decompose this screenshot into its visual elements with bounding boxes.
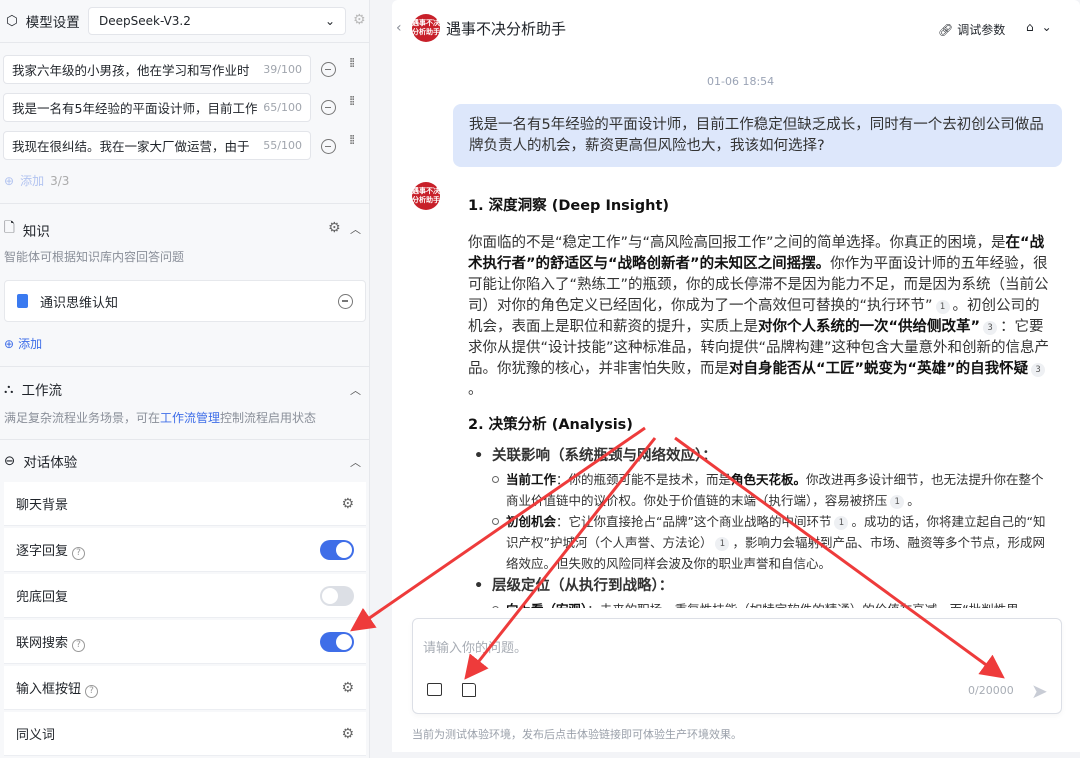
insight-paragraph: 你面临的不是“稳定工作”与“高风险高回报工作”之间的简单选择。你真正的困境，是在…: [468, 233, 1052, 401]
bold-text: 当前工作: [506, 472, 557, 487]
remove-icon[interactable]: [321, 62, 336, 77]
bold-text: 对你个人系统的一次“供给侧改革”: [758, 319, 981, 335]
chat-input-box[interactable]: 请输入你的问题。 0/20000 ➤: [412, 618, 1062, 714]
input-buttons-item[interactable]: 输入框按钮? ⚙: [4, 666, 366, 710]
web-search-item: 联网搜索?: [4, 620, 366, 664]
more-menu-button[interactable]: ⌂ ⌄: [1026, 20, 1052, 34]
char-count: 55/100: [263, 139, 302, 152]
gear-icon[interactable]: ⚙: [341, 496, 354, 512]
section-heading: 2. 决策分析 (Analysis): [468, 417, 633, 433]
citation-badge[interactable]: 1: [715, 537, 730, 551]
image-upload-icon[interactable]: [427, 683, 442, 696]
workflow-header[interactable]: ⛬ 工作流: [4, 379, 62, 399]
gear-icon[interactable]: ⚙: [353, 12, 366, 28]
citation-badge[interactable]: 1: [935, 300, 950, 314]
bot-message: 1. 深度洞察 (Deep Insight) 你面临的不是“稳定工作”与“高风险…: [468, 196, 1052, 622]
prompt-count: 3/3: [50, 173, 70, 188]
collapse-chevron-icon[interactable]: ‹: [396, 20, 402, 36]
workflow-icon: ⛬: [4, 381, 14, 397]
text-segment: 你面临的不是“稳定工作”与“高风险高回报工作”之间的简单选择。你真正的困境，是: [468, 235, 1006, 251]
input-char-count: 0/20000: [968, 684, 1014, 697]
sub-bullet: 初创机会：它让你直接抢占“品牌”这个商业战略的中间环节 1 。成功的话，你将建立起自…: [492, 511, 1052, 574]
doc-file-icon: [17, 294, 28, 308]
help-icon: ?: [72, 638, 86, 652]
remove-icon[interactable]: [338, 293, 353, 309]
gear-icon[interactable]: ⚙: [341, 680, 354, 696]
plus-circle-icon: ⊕: [4, 336, 15, 351]
synonyms-item[interactable]: 同义词 ⚙: [4, 712, 366, 756]
help-icon: ?: [85, 684, 99, 698]
message-timestamp: 01-06 18:54: [707, 75, 775, 88]
typewriter-toggle[interactable]: [320, 539, 354, 560]
chat-background-item[interactable]: 聊天背景 ⚙: [4, 482, 366, 526]
gear-icon[interactable]: ⚙: [328, 220, 341, 236]
sub-bullet: 当前工作：你的瓶颈可能不是技术，而是角色天花板。你改进再多设计细节，也无法提升你…: [492, 469, 1052, 511]
workflow-manage-link[interactable]: 工作流管理: [160, 409, 220, 426]
knowledge-header[interactable]: 🗋 知识: [4, 218, 50, 241]
chevron-up-icon[interactable]: ︿: [350, 221, 361, 237]
prompt-input[interactable]: 我家六年级的小男孩，他在学习和写作业时 39/100: [3, 55, 311, 84]
model-settings-label: 模型设置: [25, 15, 80, 31]
chat-input-placeholder[interactable]: 请输入你的问题。: [423, 637, 527, 656]
text-segment: ：你的瓶颈可能不是技术，而是: [556, 472, 732, 487]
citation-badge[interactable]: 1: [890, 495, 905, 509]
chat-experience-header[interactable]: ⊖ 对话体验: [4, 451, 77, 471]
drag-handle-icon[interactable]: ⁞⁞: [349, 57, 361, 70]
bold-text: 对自身能否从“工匠”蜕变为“英雄”的自我怀疑: [729, 361, 1029, 377]
chat-bubble-icon: ⊖: [4, 453, 16, 469]
fallback-toggle[interactable]: [320, 585, 354, 606]
bold-text: 角色天花板。: [731, 472, 807, 487]
user-message: 我是一名有5年经验的平面设计师，目前工作稳定但缺乏成长，同时有一个去初创公司做品…: [453, 104, 1062, 167]
section-heading: 1. 深度洞察 (Deep Insight): [468, 198, 670, 214]
chat-panel: ‹ 遇事不决 分析助手 遇事不决分析助手 🔗︎ 调试参数 ⌂ ⌄ 01-06 18:5…: [392, 0, 1080, 752]
bullet-item: 关联影响（系统瓶颈与网络效应）： 当前工作：你的瓶颈可能不是技术，而是角色天花板…: [474, 446, 1052, 574]
folder-upload-icon[interactable]: [462, 683, 476, 697]
knowledge-description: 智能体可根据知识库内容回答问题: [4, 250, 185, 264]
debug-params-button[interactable]: 🔗︎ 调试参数: [938, 21, 1005, 38]
citation-badge[interactable]: 3: [983, 321, 998, 335]
bold-text: 初创机会: [506, 514, 557, 529]
chevron-down-icon: ⌄: [1041, 20, 1052, 34]
text-segment: ：它让你直接抢占“品牌”这个商业战略的中间环节: [556, 514, 832, 529]
drag-handle-icon[interactable]: ⁞⁞: [349, 134, 361, 147]
chevron-up-icon[interactable]: ︿: [350, 454, 361, 470]
document-icon: 🗋: [4, 220, 15, 236]
text-segment: 。: [907, 493, 920, 508]
char-count: 65/100: [263, 101, 302, 114]
gear-icon[interactable]: ⚙: [341, 726, 354, 742]
send-icon[interactable]: ➤: [1031, 679, 1048, 703]
remove-icon[interactable]: [321, 139, 336, 154]
model-cube-icon: ⬡: [6, 13, 18, 29]
web-search-toggle[interactable]: [320, 631, 354, 652]
citation-badge[interactable]: 3: [1031, 363, 1046, 377]
add-prompt-button[interactable]: ⊕ 添加 3/3: [4, 172, 69, 189]
text-segment: 。: [468, 382, 483, 398]
chevron-down-icon: ⌄: [324, 14, 335, 28]
typewriter-reply-item: 逐字回复?: [4, 528, 366, 572]
prompt-input[interactable]: 我现在很纠结。我在一家大厂做运营，由于 55/100: [3, 131, 311, 160]
bot-avatar: 遇事不决 分析助手: [412, 14, 440, 42]
fallback-reply-item: 兜底回复: [4, 574, 366, 618]
workflow-description: 满足复杂流程业务场景，可在 工作流管理 控制流程启用状态: [4, 409, 317, 426]
model-select[interactable]: DeepSeek-V3.2 ⌄: [88, 7, 346, 35]
remove-icon[interactable]: [321, 100, 336, 115]
prompt-input[interactable]: 我是一名有5年经验的平面设计师，目前工作 65/100: [3, 93, 311, 122]
plus-circle-icon: ⊕: [4, 173, 15, 188]
bot-avatar: 遇事不决 分析助手: [412, 182, 440, 210]
citation-badge[interactable]: 1: [834, 516, 849, 530]
help-icon: ?: [72, 546, 86, 560]
settings-panel: ⬡ 模型设置 DeepSeek-V3.2 ⌄ ⚙ 我家六年级的小男孩，他在学习和写…: [0, 0, 370, 758]
broom-icon: ⌂: [1026, 20, 1034, 34]
chevron-up-icon[interactable]: ︿: [350, 382, 361, 398]
bot-title: 遇事不决分析助手: [446, 19, 567, 38]
link-icon: 🔗︎: [938, 22, 954, 37]
drag-handle-icon[interactable]: ⁞⁞: [349, 95, 361, 108]
char-count: 39/100: [263, 63, 302, 76]
environment-notice: 当前为测试体验环境，发布后点击体验链接即可体验生产环境效果。: [412, 728, 742, 741]
knowledge-item[interactable]: 通识思维认知: [4, 280, 366, 322]
add-knowledge-button[interactable]: ⊕ 添加: [4, 335, 42, 352]
model-select-value: DeepSeek-V3.2: [99, 14, 191, 28]
